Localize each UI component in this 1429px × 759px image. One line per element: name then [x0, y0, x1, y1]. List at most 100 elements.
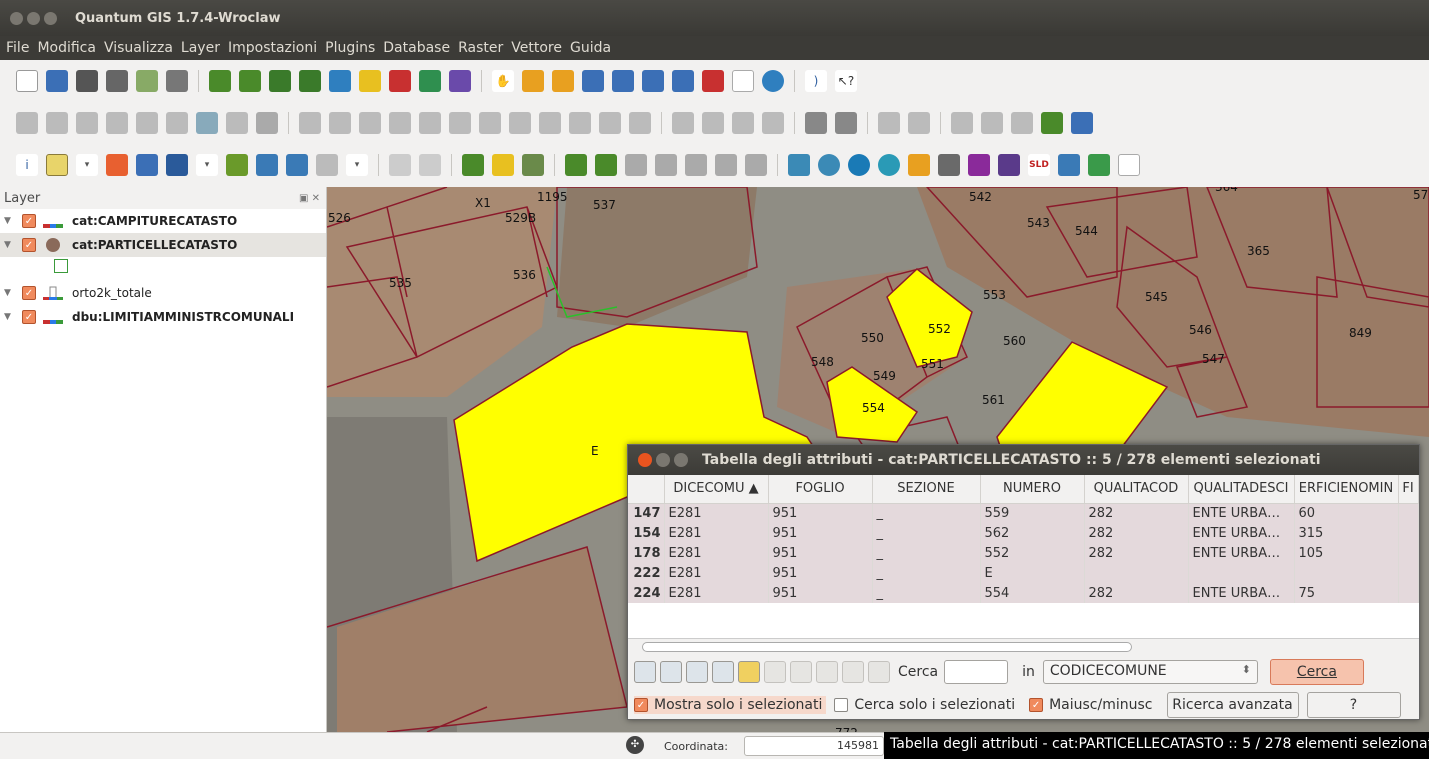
- menu-visualizza[interactable]: Visualizza: [100, 40, 177, 56]
- edit-table-icon[interactable]: [1088, 154, 1110, 176]
- window-maximize-button[interactable]: [44, 11, 57, 25]
- table-cell[interactable]: [1188, 563, 1295, 583]
- table-cell[interactable]: [1398, 523, 1419, 543]
- scrollbar-thumb[interactable]: [642, 642, 1132, 652]
- horizontal-scrollbar[interactable]: [628, 639, 1419, 655]
- select-features-icon[interactable]: [46, 154, 68, 176]
- column-header[interactable]: ERFICIENOMIN: [1294, 475, 1399, 504]
- table-cell[interactable]: ENTE URBA…: [1188, 523, 1295, 543]
- rotate-label-icon[interactable]: [732, 112, 754, 134]
- menu-plugins[interactable]: Plugins: [321, 40, 379, 56]
- menu-database[interactable]: Database: [379, 40, 454, 56]
- table-row[interactable]: 154 E281 951 _ 562 282 ENTE URBA… 315: [628, 523, 1419, 543]
- zoom-full-icon[interactable]: [582, 70, 604, 92]
- vector-tool-a-icon[interactable]: [625, 154, 647, 176]
- layer-item-orto2k-totale[interactable]: ▼ ✓ orto2k_totale: [0, 281, 326, 305]
- expand-arrow-icon[interactable]: ▼: [4, 288, 16, 298]
- paste-features-icon[interactable]: [226, 112, 248, 134]
- vector-tool-c-icon[interactable]: [685, 154, 707, 176]
- row-id[interactable]: 154: [628, 523, 665, 543]
- table-cell[interactable]: E: [980, 563, 1085, 583]
- walk-icon[interactable]: [938, 154, 960, 176]
- cut-features-icon[interactable]: [166, 112, 188, 134]
- add-star-icon[interactable]: [492, 154, 514, 176]
- rotate-point-icon[interactable]: [629, 112, 651, 134]
- coordinate-toggle-icon[interactable]: ✣: [626, 736, 644, 754]
- web-service-b-icon[interactable]: [818, 154, 840, 176]
- row-id[interactable]: 222: [628, 563, 665, 583]
- table-row[interactable]: 222 E281 951 _ E: [628, 563, 1419, 583]
- delete-column-icon[interactable]: [842, 661, 864, 683]
- tips-icon[interactable]: ): [805, 70, 827, 92]
- table-cell[interactable]: ENTE URBA…: [1188, 503, 1295, 523]
- new-project-icon[interactable]: [16, 70, 38, 92]
- copy-selected-rows-icon[interactable]: [712, 661, 734, 683]
- window-close-button[interactable]: [10, 11, 23, 25]
- reshape-feature-icon[interactable]: [509, 112, 531, 134]
- help-button[interactable]: ?: [1306, 692, 1401, 718]
- database-icon[interactable]: [1058, 154, 1080, 176]
- table-cell[interactable]: [1398, 503, 1419, 523]
- table-cell[interactable]: 282: [1084, 523, 1189, 543]
- coordinate-field[interactable]: 145981: [744, 736, 884, 756]
- raster-histogram-icon[interactable]: [805, 112, 827, 134]
- table-cell[interactable]: 75: [1294, 583, 1399, 603]
- table-cell[interactable]: 951: [768, 543, 873, 563]
- show-selected-checkbox[interactable]: ✓: [634, 698, 648, 712]
- table-cell[interactable]: E281: [664, 583, 769, 603]
- new-column-icon[interactable]: [816, 661, 838, 683]
- text-annotation-icon[interactable]: [316, 154, 338, 176]
- table-cell[interactable]: 951: [768, 583, 873, 603]
- save-project-icon[interactable]: [76, 70, 98, 92]
- table-cell[interactable]: 554: [980, 583, 1085, 603]
- table-cell[interactable]: 951: [768, 523, 873, 543]
- move-feature-icon[interactable]: [76, 112, 98, 134]
- add-vector-plus-icon[interactable]: [565, 154, 587, 176]
- add-wms-layer-icon[interactable]: [329, 70, 351, 92]
- window-minimize-button[interactable]: [27, 11, 40, 25]
- search-selected-option[interactable]: Cerca solo i selezionati: [834, 697, 1015, 713]
- redo-icon[interactable]: [329, 112, 351, 134]
- change-label-icon[interactable]: [762, 112, 784, 134]
- merge-features-icon[interactable]: [569, 112, 591, 134]
- advanced-search-button[interactable]: Ricerca avanzata: [1166, 692, 1299, 718]
- column-header[interactable]: QUALITADESCI: [1188, 475, 1295, 504]
- table-cell[interactable]: [1084, 563, 1189, 583]
- table-cell[interactable]: _: [872, 523, 981, 543]
- remove-selection-icon[interactable]: [634, 661, 656, 683]
- bgr-icon[interactable]: [998, 154, 1020, 176]
- column-header[interactable]: FI: [1398, 475, 1419, 504]
- new-bookmark-icon[interactable]: [256, 154, 278, 176]
- move-label-icon[interactable]: [702, 112, 724, 134]
- add-ring-icon[interactable]: [389, 112, 411, 134]
- add-part-icon[interactable]: [419, 112, 441, 134]
- copy-features-icon[interactable]: [196, 112, 218, 134]
- delete-ring-icon[interactable]: [449, 112, 471, 134]
- save-as-icon[interactable]: [106, 70, 128, 92]
- grass-icon[interactable]: [1011, 112, 1033, 134]
- delete-selected-icon[interactable]: [790, 661, 812, 683]
- row-id[interactable]: 147: [628, 503, 665, 523]
- menu-file[interactable]: File: [2, 40, 33, 56]
- menu-layer[interactable]: Layer: [177, 40, 224, 56]
- georeferencer-icon[interactable]: [951, 112, 973, 134]
- refresh-icon[interactable]: [762, 70, 784, 92]
- add-wfs-layer-icon[interactable]: [419, 70, 441, 92]
- table-cell[interactable]: 315: [1294, 523, 1399, 543]
- vector-tool-b-icon[interactable]: [655, 154, 677, 176]
- move-selection-top-icon[interactable]: [660, 661, 682, 683]
- node-tool-icon[interactable]: [106, 112, 128, 134]
- toggle-editing-icon[interactable]: [16, 112, 38, 134]
- table-cell[interactable]: [1294, 563, 1399, 583]
- table-cell[interactable]: [1398, 543, 1419, 563]
- table-cell[interactable]: _: [872, 543, 981, 563]
- table-cell[interactable]: _: [872, 503, 981, 523]
- show-bookmarks-icon[interactable]: [286, 154, 308, 176]
- table-cell[interactable]: E281: [664, 523, 769, 543]
- case-sensitive-checkbox[interactable]: ✓: [1029, 698, 1044, 712]
- map-tips-icon[interactable]: [226, 154, 248, 176]
- whats-this-icon[interactable]: ↖?: [835, 70, 857, 92]
- table-cell[interactable]: E281: [664, 563, 769, 583]
- table-cell[interactable]: _: [872, 563, 981, 583]
- layer-item-campiturecatasto[interactable]: ▼ ✓ cat:CAMPITURECATASTO: [0, 209, 326, 233]
